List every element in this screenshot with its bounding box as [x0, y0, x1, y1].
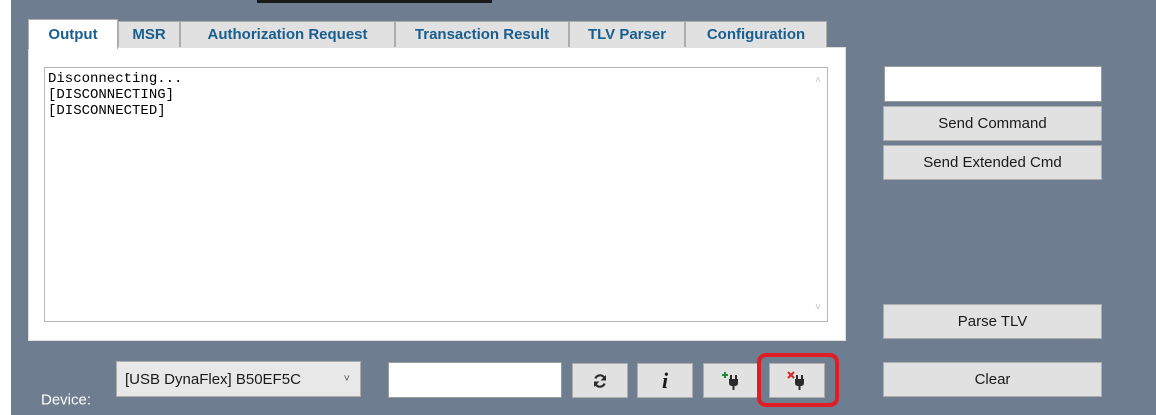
device-secondary-input[interactable]: [388, 362, 562, 398]
disconnect-icon: [786, 370, 808, 391]
device-select-value: [USB DynaFlex] B50EF5C: [125, 370, 301, 388]
info-icon: i: [661, 367, 669, 393]
command-input[interactable]: [884, 66, 1102, 102]
send-command-button[interactable]: Send Command: [883, 106, 1102, 141]
send-extended-cmd-button[interactable]: Send Extended Cmd: [883, 145, 1102, 180]
connect-icon: [720, 371, 742, 391]
clear-button[interactable]: Clear: [883, 362, 1102, 397]
parse-tlv-button[interactable]: Parse TLV: [883, 304, 1102, 339]
connect-button[interactable]: [703, 363, 759, 398]
disconnect-button[interactable]: [769, 363, 825, 398]
device-select[interactable]: [USB DynaFlex] B50EF5C ˅: [116, 361, 361, 397]
device-label: Device:: [41, 391, 92, 409]
scroll-down-icon[interactable]: ˅: [809, 299, 827, 317]
app-root: Output MSR Authorization Request Transac…: [0, 0, 1156, 415]
refresh-icon: [592, 373, 608, 389]
tab-output[interactable]: Output: [28, 19, 118, 49]
tab-tlv-parser[interactable]: TLV Parser: [569, 21, 685, 47]
info-button[interactable]: i: [637, 363, 693, 398]
output-textarea[interactable]: Disconnecting... [DISCONNECTING] [DISCON…: [44, 67, 828, 322]
chevron-down-icon: ˅: [343, 373, 350, 385]
tab-transaction-result[interactable]: Transaction Result: [395, 21, 569, 47]
top-edge-bar: [257, 0, 492, 3]
tab-authorization-request[interactable]: Authorization Request: [180, 21, 395, 47]
tab-msr[interactable]: MSR: [118, 21, 180, 47]
refresh-button[interactable]: [572, 363, 628, 398]
tab-configuration[interactable]: Configuration: [685, 21, 827, 47]
output-scrollbar[interactable]: ˄ ˅: [809, 68, 827, 321]
output-text: Disconnecting... [DISCONNECTING] [DISCON…: [48, 71, 183, 119]
scroll-up-icon[interactable]: ˄: [809, 72, 827, 90]
